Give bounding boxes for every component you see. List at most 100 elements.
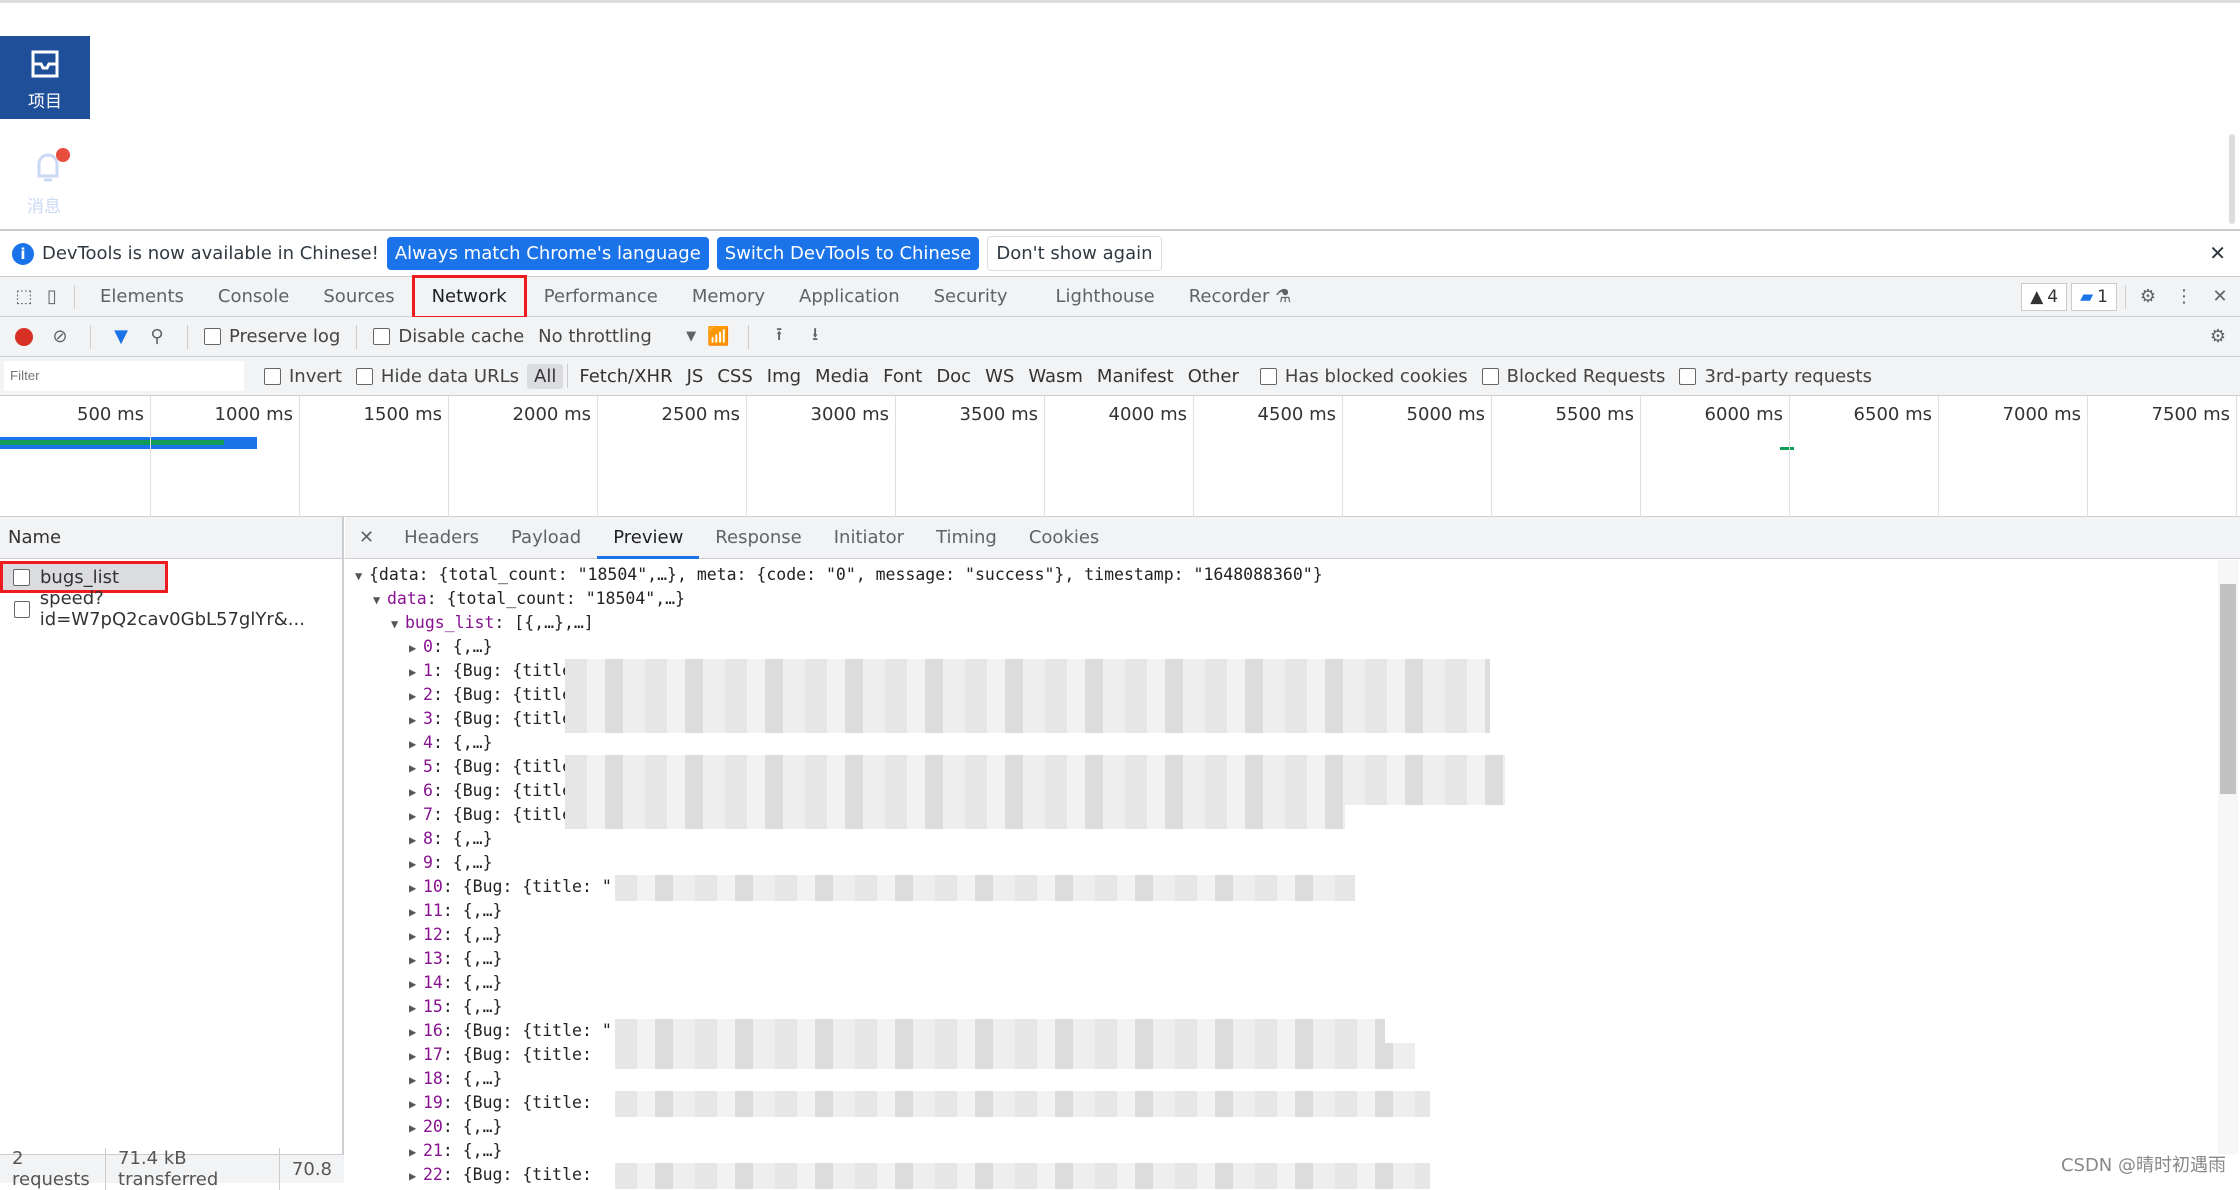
tab-performance[interactable]: Performance [527,277,675,317]
tab-memory[interactable]: Memory [675,277,782,317]
tree-node-item[interactable]: ▶ 19: {Bug: {title: [345,1091,2240,1117]
network-settings-gear-icon[interactable]: ⚙ [2204,323,2232,351]
tab-cookies[interactable]: Cookies [1013,517,1115,559]
tab-initiator[interactable]: Initiator [818,517,920,559]
close-detail-icon[interactable]: ✕ [345,527,388,548]
tree-node-item[interactable]: ▶ 16: {Bug: {title: " [345,1019,2240,1045]
clear-icon[interactable]: ⊘ [46,323,74,351]
tree-node-item[interactable]: ▶ 0: {,…} [345,635,2240,659]
filter-type-font[interactable]: Font [876,364,929,389]
tree-node-item[interactable]: ▶ 6: {Bug: {title: " [345,779,2240,805]
preview-scrollbar[interactable] [2218,560,2238,1154]
node-key: 10 [423,877,443,896]
tree-node-item[interactable]: ▶ 18: {,…} [345,1067,2240,1091]
tab-network[interactable]: Network [411,274,527,319]
filter-type-fetch-xhr[interactable]: Fetch/XHR [572,364,679,389]
import-har-icon[interactable]: ⭱ [765,323,793,351]
tab-security[interactable]: Security [917,277,1025,317]
tab-response[interactable]: Response [699,517,817,559]
filter-type-img[interactable]: Img [760,364,808,389]
tree-node-item[interactable]: ▶ 4: {,…} [345,731,2240,755]
tree-node-root[interactable]: ▼ {data: {total_count: "18504",…}, meta: … [345,563,2240,587]
tree-node-item[interactable]: ▶ 9: {,…} [345,851,2240,875]
has-blocked-cookies-checkbox[interactable]: Has blocked cookies [1259,366,1468,387]
filter-type-other[interactable]: Other [1181,364,1246,389]
chevron-down-icon[interactable]: ▼ [686,329,696,344]
nav-item-project[interactable]: 项目 [0,36,90,119]
tree-node-item[interactable]: ▶ 8: {,…} [345,827,2240,851]
search-icon[interactable]: ⚲ [143,323,171,351]
tree-node-item[interactable]: ▶ 21: {,…} [345,1139,2240,1163]
filter-input[interactable] [4,361,244,391]
filter-type-media[interactable]: Media [808,364,876,389]
inspect-element-icon[interactable]: ⬚ [10,283,38,311]
network-overview-timeline[interactable]: 500 ms 1000 ms 1500 ms 2000 ms 2500 ms 3000 m… [0,396,2240,517]
scrollbar-thumb[interactable] [2220,584,2236,794]
close-icon[interactable]: ✕ [2209,241,2226,265]
settings-gear-icon[interactable]: ⚙ [2134,283,2162,311]
tree-node-item[interactable]: ▶ 10: {Bug: {title: " [345,875,2240,901]
request-row-speed[interactable]: speed?id=W7pQ2cav0GbL57glYr&... [0,588,342,630]
always-match-language-button[interactable]: Always match Chrome's language [386,237,709,270]
tree-node-item[interactable]: ▶ 11: {,…} [345,899,2240,923]
filter-type-manifest[interactable]: Manifest [1090,364,1181,389]
tree-node-item[interactable]: ▶ 7: {Bug: {title: " [345,803,2240,829]
throttling-select[interactable]: No throttling [538,326,688,347]
close-devtools-icon[interactable]: ✕ [2206,283,2234,311]
device-toolbar-icon[interactable]: ▯ [38,283,66,311]
tab-lighthouse[interactable]: Lighthouse [1039,277,1172,317]
tree-node-item[interactable]: ▶ 15: {,…} [345,995,2240,1019]
warnings-badge[interactable]: ▲ 4 [2021,282,2068,311]
page-scrollbar[interactable] [2229,134,2235,224]
messages-badge[interactable]: ▰ 1 [2071,282,2117,311]
network-conditions-icon[interactable]: 📶 [704,323,732,351]
filter-type-ws[interactable]: WS [978,364,1021,389]
tree-node-item[interactable]: ▶ 2: {Bug: {title [345,683,2240,709]
tree-node-item[interactable]: ▶ 17: {Bug: {title: [345,1043,2240,1069]
dont-show-again-button[interactable]: Don't show again [987,236,1162,271]
filter-type-doc[interactable]: Doc [929,364,978,389]
filter-type-js[interactable]: JS [680,364,711,389]
nav-item-messages[interactable]: 消息 [24,148,72,218]
tree-node-item[interactable]: ▶ 14: {,…} [345,971,2240,995]
blocked-requests-checkbox[interactable]: Blocked Requests [1481,366,1665,387]
name-column-header[interactable]: Name [0,517,342,559]
filter-type-all[interactable]: All [527,363,564,389]
record-icon[interactable] [10,323,38,351]
tab-preview[interactable]: Preview [597,517,700,559]
collapsed-triangle-icon: ▶ [409,929,417,943]
hide-data-urls-checkbox[interactable]: Hide data URLs [355,365,520,387]
invert-checkbox[interactable]: Invert [264,366,342,387]
tab-headers[interactable]: Headers [388,517,495,559]
tree-node-item[interactable]: ▶ 1: {Bug: {title [345,659,2240,685]
tree-node-item[interactable]: ▶ 22: {Bug: {title: [345,1163,2240,1189]
tree-node-item[interactable]: ▶ 13: {,…} [345,947,2240,971]
filter-type-wasm[interactable]: Wasm [1021,364,1090,389]
filter-type-css[interactable]: CSS [710,364,759,389]
more-options-icon[interactable]: ⋮ [2170,283,2198,311]
tab-sources[interactable]: Sources [306,277,411,317]
tab-recorder[interactable]: Recorder ⚗ [1172,277,1309,317]
preserve-log-checkbox[interactable]: Preserve log [204,326,340,347]
export-har-icon[interactable]: ⭳ [801,323,829,351]
disable-cache-checkbox[interactable]: Disable cache [373,326,524,347]
tree-node-item[interactable]: ▶ 5: {Bug: {title: " [345,755,2240,781]
tree-node-item[interactable]: ▶ 12: {,…} [345,923,2240,947]
tree-node-bugs-list[interactable]: ▼ bugs_list: [{,…},…] [345,611,2240,635]
third-party-requests-checkbox[interactable]: 3rd-party requests [1679,366,1872,387]
filter-icon[interactable]: ▼ [107,323,135,351]
divider [748,324,750,349]
switch-to-chinese-button[interactable]: Switch DevTools to Chinese [716,237,980,270]
tree-node-item[interactable]: ▶ 3: {Bug: {title: [345,707,2240,733]
collapsed-triangle-icon: ▶ [409,905,417,919]
tab-elements[interactable]: Elements [83,277,201,317]
tab-console[interactable]: Console [201,277,306,317]
tab-payload[interactable]: Payload [495,517,597,559]
tab-application[interactable]: Application [782,277,917,317]
tree-node-item[interactable]: ▶ 20: {,…} [345,1115,2240,1139]
timeline-gridline [1789,396,1790,517]
checkbox-label: Hide data URLs [380,365,520,387]
tree-node-data[interactable]: ▼ data: {total_count: "18504",…} [345,587,2240,611]
tab-timing[interactable]: Timing [920,517,1013,559]
timeline-tick-label: 6500 ms [1853,404,1932,425]
